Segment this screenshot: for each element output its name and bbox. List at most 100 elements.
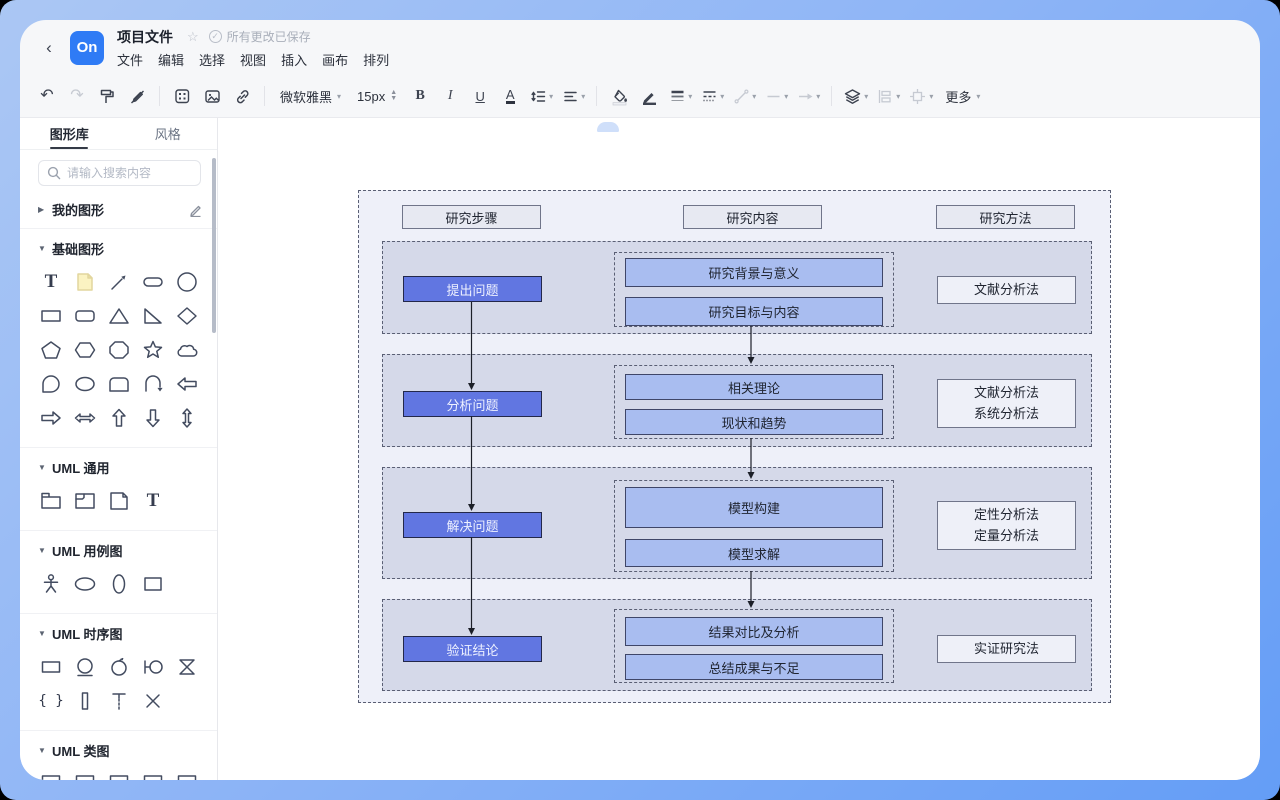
shape-boundary-icon[interactable]	[138, 652, 168, 682]
menu-edit[interactable]: 编辑	[158, 50, 184, 69]
position-button[interactable]: ▾	[906, 83, 935, 109]
menu-arrange[interactable]: 排列	[363, 50, 389, 69]
menu-insert[interactable]: 插入	[281, 50, 307, 69]
favorite-star-icon[interactable]: ☆	[187, 29, 199, 45]
shape-sticky-note-icon[interactable]	[70, 267, 100, 297]
fill-color-button[interactable]	[606, 83, 632, 109]
more-button[interactable]: 更多 ▾	[939, 83, 986, 109]
section-uml-usecase[interactable]: ▼ UML 用例图	[20, 535, 217, 565]
insert-link-icon[interactable]	[229, 83, 255, 109]
insert-image-icon[interactable]	[199, 83, 225, 109]
shape-class-icon[interactable]	[138, 769, 168, 780]
shape-hexagon-icon[interactable]	[70, 335, 100, 365]
line-button[interactable]: ▾	[762, 83, 790, 109]
diagram-method-box[interactable]: 文献分析法 系统分析法	[937, 379, 1076, 428]
shape-actor-icon[interactable]	[36, 569, 66, 599]
shape-control-icon[interactable]	[104, 652, 134, 682]
shape-block-arrow-up-icon[interactable]	[104, 403, 134, 433]
diagram-method-box[interactable]: 文献分析法	[937, 276, 1076, 304]
stepper-icons[interactable]: ▲▼	[390, 90, 397, 102]
diagram-content-group[interactable]: 研究背景与意义 研究目标与内容	[614, 252, 894, 327]
background-icon[interactable]	[169, 83, 195, 109]
diagram-step-box[interactable]: 分析问题	[403, 391, 542, 417]
underline-button[interactable]: U	[467, 83, 493, 109]
shape-activation-bar-icon[interactable]	[70, 686, 100, 716]
shape-block-arrow-up-down-icon[interactable]	[172, 403, 202, 433]
diagram-row[interactable]: 分析问题 相关理论 现状和趋势 文献分析法 系统分析法	[382, 354, 1092, 447]
section-uml-common[interactable]: ▼ UML 通用	[20, 452, 217, 482]
shape-callout-ellipse-icon[interactable]	[70, 369, 100, 399]
font-color-button[interactable]: A	[497, 83, 523, 109]
diagram-content-box[interactable]: 研究背景与意义	[625, 258, 883, 287]
diagram-step-box[interactable]: 提出问题	[403, 276, 542, 302]
shape-object-icon[interactable]	[36, 652, 66, 682]
shape-teardrop-icon[interactable]	[36, 369, 66, 399]
shape-rounded-rectangle-icon[interactable]	[70, 301, 100, 331]
shape-class-icon[interactable]	[172, 769, 202, 780]
shape-package-icon[interactable]	[36, 486, 66, 516]
redo-icon[interactable]: ↷	[64, 83, 90, 109]
format-painter-icon[interactable]	[94, 83, 120, 109]
diagram-header-box[interactable]: 研究方法	[936, 205, 1075, 229]
arrow-style-button[interactable]: ▾	[794, 83, 822, 109]
shape-block-arrow-left-right-icon[interactable]	[70, 403, 100, 433]
shape-loop-arrow-icon[interactable]	[138, 369, 168, 399]
undo-icon[interactable]: ↶	[34, 83, 60, 109]
shape-text-icon[interactable]: T	[36, 267, 66, 297]
document-title[interactable]: 项目文件	[117, 27, 173, 47]
line-width-button[interactable]: ▾	[666, 83, 694, 109]
section-my-shapes[interactable]: ▶ 我的图形	[20, 194, 217, 224]
diagram-content-box[interactable]: 现状和趋势	[625, 409, 883, 435]
shape-card-icon[interactable]	[104, 369, 134, 399]
shape-right-triangle-icon[interactable]	[138, 301, 168, 331]
diagram-row[interactable]: 提出问题 研究背景与意义 研究目标与内容 文献分析法	[382, 241, 1092, 334]
shape-block-arrow-down-icon[interactable]	[138, 403, 168, 433]
shape-cloud-icon[interactable]	[172, 335, 202, 365]
shape-block-arrow-left-icon[interactable]	[172, 369, 202, 399]
diagram-content-group[interactable]: 结果对比及分析 总结成果与不足	[614, 609, 894, 683]
line-height-button[interactable]: ▾	[527, 83, 555, 109]
shape-constraint-brace-icon[interactable]: { }	[36, 686, 66, 716]
clear-format-icon[interactable]	[124, 83, 150, 109]
menu-file[interactable]: 文件	[117, 50, 143, 69]
sidebar-scrollbar[interactable]	[212, 158, 216, 333]
shape-triangle-icon[interactable]	[104, 301, 134, 331]
diagram-content-box[interactable]: 相关理论	[625, 374, 883, 400]
shape-frame-icon[interactable]	[70, 486, 100, 516]
connector-button[interactable]: ▾	[730, 83, 758, 109]
line-style-button[interactable]: ▾	[698, 83, 726, 109]
diagram-content-box[interactable]: 总结成果与不足	[625, 654, 883, 680]
tab-shape-library[interactable]: 图形库	[20, 118, 119, 149]
menu-canvas[interactable]: 画布	[322, 50, 348, 69]
diagram-row[interactable]: 验证结论 结果对比及分析 总结成果与不足 实证研究法	[382, 599, 1092, 691]
layers-button[interactable]: ▾	[841, 83, 870, 109]
shape-pen-line-icon[interactable]	[104, 267, 134, 297]
shape-entity-icon[interactable]	[70, 652, 100, 682]
diagram-row[interactable]: 解决问题 模型构建 模型求解 定性分析法 定量分析法	[382, 467, 1092, 579]
shape-lifeline-icon[interactable]	[104, 686, 134, 716]
shape-diamond-icon[interactable]	[172, 301, 202, 331]
diagram-content-box[interactable]: 研究目标与内容	[625, 297, 883, 326]
shape-system-boundary-icon[interactable]	[138, 569, 168, 599]
section-basic-shapes[interactable]: ▼ 基础图形	[20, 233, 217, 263]
research-flow-diagram[interactable]: 研究步骤 研究内容 研究方法 提出问题 研究背景与意义 研究目标与内容 文献分析…	[358, 190, 1111, 703]
canvas-collapse-handle[interactable]	[597, 122, 619, 132]
diagram-content-group[interactable]: 相关理论 现状和趋势	[614, 365, 894, 439]
shape-class-icon[interactable]	[70, 769, 100, 780]
shape-use-case-icon[interactable]	[70, 569, 100, 599]
text-align-button[interactable]: ▾	[559, 83, 587, 109]
shape-block-arrow-right-icon[interactable]	[36, 403, 66, 433]
menu-select[interactable]: 选择	[199, 50, 225, 69]
shape-destruction-icon[interactable]	[172, 652, 202, 682]
diagram-content-group[interactable]: 模型构建 模型求解	[614, 480, 894, 572]
shape-class-icon[interactable]	[104, 769, 134, 780]
font-family-select[interactable]: 微软雅黑 ▾	[274, 83, 347, 109]
shape-rectangle-icon[interactable]	[36, 301, 66, 331]
diagram-content-box[interactable]: 结果对比及分析	[625, 617, 883, 646]
shape-octagon-icon[interactable]	[104, 335, 134, 365]
diagram-header-box[interactable]: 研究步骤	[402, 205, 541, 229]
diagram-content-box[interactable]: 模型求解	[625, 539, 883, 567]
tab-style[interactable]: 风格	[119, 118, 218, 149]
back-button[interactable]: ‹	[36, 35, 62, 61]
line-color-button[interactable]	[636, 83, 662, 109]
